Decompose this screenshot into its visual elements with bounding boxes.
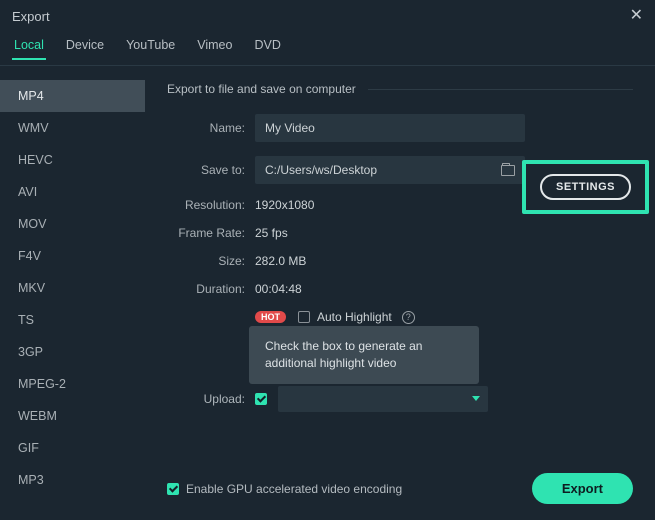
content-area: Export to file and save on computer Name…: [145, 66, 655, 520]
format-mov[interactable]: MOV: [0, 208, 145, 240]
framerate-label: Frame Rate:: [167, 226, 255, 240]
upload-checkbox[interactable]: [255, 393, 267, 405]
gpu-row: Enable GPU accelerated video encoding: [167, 482, 402, 496]
format-gif[interactable]: GIF: [0, 432, 145, 464]
titlebar: Export ✕: [0, 0, 655, 32]
tab-device[interactable]: Device: [64, 32, 106, 59]
format-mp4[interactable]: MP4: [0, 80, 145, 112]
duration-value: 00:04:48: [255, 282, 633, 296]
size-value: 282.0 MB: [255, 254, 633, 268]
size-row: Size: 282.0 MB: [167, 254, 633, 268]
export-button[interactable]: Export: [532, 473, 633, 504]
name-value: My Video: [265, 121, 315, 135]
duration-row: Duration: 00:04:48: [167, 282, 633, 296]
duration-label: Duration:: [167, 282, 255, 296]
section-heading-label: Export to file and save on computer: [167, 82, 356, 96]
body: MP4 WMV HEVC AVI MOV F4V MKV TS 3GP MPEG…: [0, 66, 655, 520]
format-hevc[interactable]: HEVC: [0, 144, 145, 176]
hot-badge: HOT: [255, 311, 286, 323]
auto-highlight-label: Auto Highlight: [317, 310, 392, 324]
format-sidebar: MP4 WMV HEVC AVI MOV F4V MKV TS 3GP MPEG…: [0, 66, 145, 520]
format-mkv[interactable]: MKV: [0, 272, 145, 304]
auto-highlight-row: HOT Auto Highlight ?: [167, 310, 633, 324]
tab-dvd[interactable]: DVD: [252, 32, 282, 59]
divider: [368, 89, 633, 90]
format-avi[interactable]: AVI: [0, 176, 145, 208]
framerate-row: Frame Rate: 25 fps: [167, 226, 633, 240]
folder-icon[interactable]: [501, 165, 515, 176]
format-ts[interactable]: TS: [0, 304, 145, 336]
tab-local[interactable]: Local: [12, 32, 46, 60]
saveto-input[interactable]: C:/Users/ws/Desktop: [255, 156, 525, 184]
window-title: Export: [12, 9, 50, 24]
framerate-value: 25 fps: [255, 226, 633, 240]
auto-highlight-tooltip: Check the box to generate an additional …: [249, 326, 479, 384]
format-3gp[interactable]: 3GP: [0, 336, 145, 368]
resolution-label: Resolution:: [167, 198, 255, 212]
tab-youtube[interactable]: YouTube: [124, 32, 177, 59]
upload-select[interactable]: [278, 386, 488, 412]
settings-button[interactable]: SETTINGS: [540, 174, 631, 200]
auto-highlight-checkbox[interactable]: [298, 311, 310, 323]
tab-vimeo[interactable]: Vimeo: [195, 32, 234, 59]
export-tabs: Local Device YouTube Vimeo DVD: [0, 32, 655, 66]
size-label: Size:: [167, 254, 255, 268]
name-input[interactable]: My Video: [255, 114, 525, 142]
gpu-checkbox[interactable]: [167, 483, 179, 495]
upload-row: Upload:: [167, 386, 633, 412]
section-heading: Export to file and save on computer: [167, 82, 633, 96]
footer: Enable GPU accelerated video encoding Ex…: [167, 465, 633, 510]
help-icon[interactable]: ?: [402, 311, 415, 324]
gpu-label: Enable GPU accelerated video encoding: [186, 482, 402, 496]
saveto-value: C:/Users/ws/Desktop: [265, 163, 377, 177]
format-wmv[interactable]: WMV: [0, 112, 145, 144]
export-window: Export ✕ Local Device YouTube Vimeo DVD …: [0, 0, 655, 520]
close-icon[interactable]: ✕: [630, 8, 643, 24]
format-mp3[interactable]: MP3: [0, 464, 145, 496]
format-webm[interactable]: WEBM: [0, 400, 145, 432]
name-row: Name: My Video: [167, 114, 633, 142]
name-label: Name:: [167, 121, 255, 135]
settings-highlight: SETTINGS: [522, 160, 649, 214]
format-f4v[interactable]: F4V: [0, 240, 145, 272]
format-mpeg2[interactable]: MPEG-2: [0, 368, 145, 400]
saveto-label: Save to:: [167, 163, 255, 177]
upload-label: Upload:: [167, 392, 255, 406]
